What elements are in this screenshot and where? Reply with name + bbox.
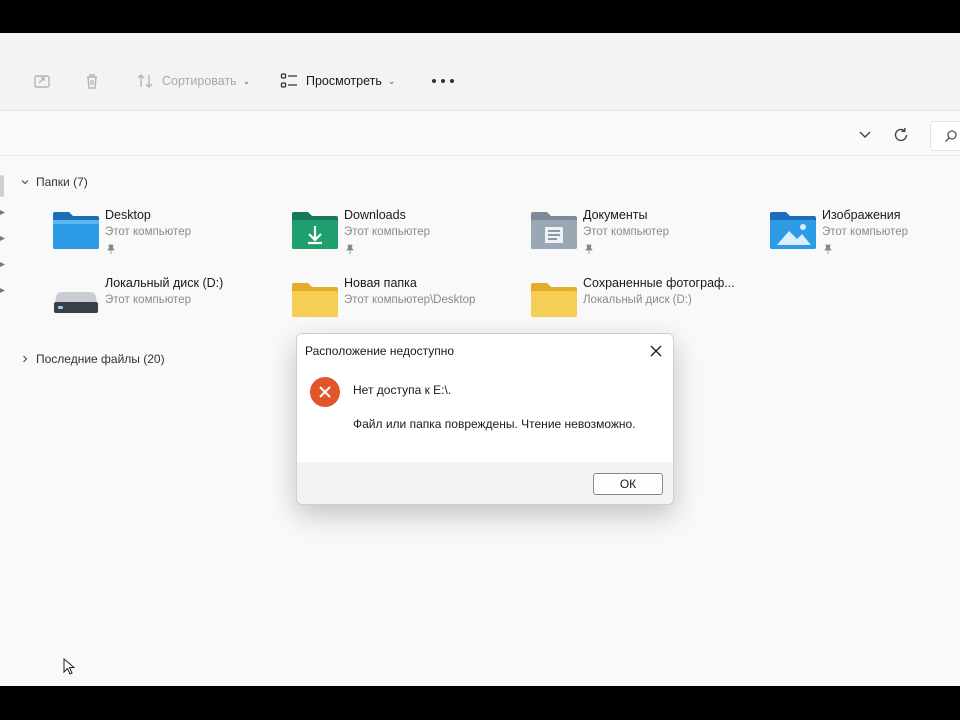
- view-label: Просмотреть: [306, 74, 382, 88]
- desktop-folder-icon: [53, 212, 99, 249]
- tile-name: Изображения: [822, 208, 901, 222]
- folder-icon: [531, 283, 577, 317]
- tile-name: Desktop: [105, 208, 151, 222]
- letterbox-bottom: [0, 686, 960, 720]
- tile-location: Этот компьютер: [105, 294, 191, 306]
- section-label: Папки (7): [36, 175, 88, 189]
- error-icon: [310, 377, 340, 407]
- refresh-icon[interactable]: [892, 126, 910, 144]
- drive-icon: [54, 292, 98, 313]
- tile-location: Этот компьютер: [822, 226, 908, 238]
- close-icon[interactable]: [647, 342, 665, 360]
- pin-icon: [0, 262, 5, 267]
- dot: [441, 79, 445, 83]
- chevron-down-icon: ⌄: [387, 75, 396, 86]
- section-label: Последние файлы (20): [36, 352, 165, 366]
- mouse-cursor-icon: [63, 658, 75, 675]
- tile-desktop[interactable]: Desktop Этот компьютер: [52, 207, 282, 263]
- tile-saved-photos[interactable]: Сохраненные фотограф... Локальный диск (…: [530, 275, 760, 331]
- command-bar: Сортировать ⌄ Просмотреть ⌄: [0, 33, 960, 111]
- letterbox-top: [0, 0, 960, 33]
- dot: [450, 79, 454, 83]
- pin-icon: [0, 236, 5, 241]
- search-icon: [945, 130, 957, 142]
- sort-icon: [137, 74, 153, 88]
- tile-location: Этот компьютер: [583, 226, 669, 238]
- tile-name: Документы: [583, 208, 648, 222]
- share-icon[interactable]: [32, 71, 52, 91]
- more-options-button[interactable]: [432, 73, 454, 89]
- tile-name: Сохраненные фотограф...: [583, 276, 735, 290]
- folder-icon: [292, 283, 338, 317]
- chevron-down-icon: [21, 180, 29, 185]
- tile-location: Этот компьютер\Desktop: [344, 294, 476, 306]
- pictures-folder-icon: [770, 212, 816, 249]
- tile-location: Этот компьютер: [344, 226, 430, 238]
- recent-files-section-header[interactable]: Последние файлы (20): [20, 352, 165, 366]
- nav-pane-scrollbar[interactable]: [0, 175, 4, 197]
- error-dialog: Расположение недоступно Нет доступа к E:…: [296, 333, 674, 505]
- tile-local-disk-d[interactable]: Локальный диск (D:) Этот компьютер: [52, 275, 282, 331]
- view-button[interactable]: Просмотреть ⌄: [280, 69, 395, 93]
- pin-icon: [346, 244, 354, 254]
- pin-icon: [0, 210, 5, 215]
- chevron-down-icon: ⌄: [242, 75, 251, 86]
- tile-documents[interactable]: Документы Этот компьютер: [530, 207, 760, 263]
- file-explorer-window: Сортировать ⌄ Просмотреть ⌄ Папки (7) De…: [0, 33, 960, 686]
- tile-downloads[interactable]: Downloads Этот компьютер: [291, 207, 521, 263]
- dot: [432, 79, 436, 83]
- downloads-folder-icon: [292, 212, 338, 249]
- view-icon: [280, 73, 297, 88]
- folders-section-header[interactable]: Папки (7): [20, 175, 88, 189]
- pin-icon: [585, 244, 593, 254]
- documents-folder-icon: [531, 212, 577, 249]
- dialog-message: Нет доступа к E:\.: [353, 383, 452, 397]
- tile-location: Локальный диск (D:): [583, 294, 692, 306]
- sort-button[interactable]: Сортировать ⌄: [136, 69, 250, 93]
- ok-button[interactable]: ОК: [593, 473, 663, 495]
- pin-icon: [824, 244, 832, 254]
- chevron-right-icon: [23, 355, 28, 363]
- tile-name: Локальный диск (D:): [105, 276, 224, 290]
- tile-name: Downloads: [344, 208, 406, 222]
- tile-location: Этот компьютер: [105, 226, 191, 238]
- address-history-chevron-icon[interactable]: [857, 126, 873, 142]
- address-bar-row: [0, 112, 960, 156]
- tile-pictures[interactable]: Изображения Этот компьютер: [769, 207, 960, 263]
- pin-icon: [107, 244, 115, 254]
- sort-label: Сортировать: [162, 74, 237, 88]
- delete-icon[interactable]: [82, 71, 102, 91]
- pin-icon: [0, 288, 5, 293]
- tile-name: Новая папка: [344, 276, 417, 290]
- dialog-detail: Файл или папка повреждены. Чтение невозм…: [353, 417, 636, 431]
- dialog-title: Расположение недоступно: [305, 344, 455, 358]
- tile-new-folder[interactable]: Новая папка Этот компьютер\Desktop: [291, 275, 521, 331]
